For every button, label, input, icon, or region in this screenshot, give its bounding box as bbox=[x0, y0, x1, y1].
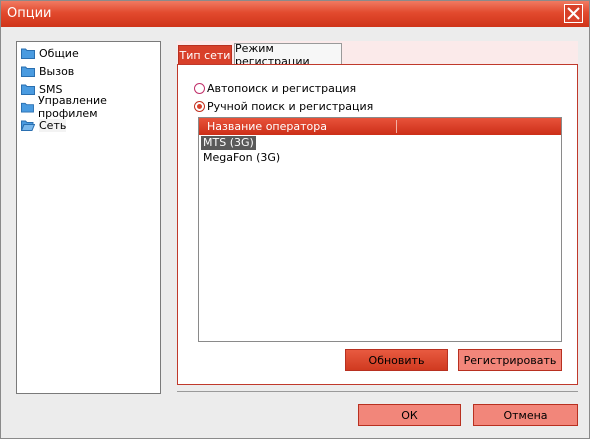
operator-name: MegaFon (3G) bbox=[203, 151, 281, 164]
radio-auto[interactable] bbox=[194, 83, 205, 94]
column-operator-name: Название оператора bbox=[207, 120, 327, 133]
tab-registration-mode[interactable]: Режим регистрации bbox=[234, 42, 342, 68]
radio-manual[interactable] bbox=[194, 101, 205, 112]
manual-search-option[interactable]: Ручной поиск и регистрация bbox=[194, 100, 373, 113]
folder-icon bbox=[21, 48, 35, 59]
tab-network-type[interactable]: Тип сети bbox=[178, 45, 232, 65]
tree-item-general[interactable]: Общие bbox=[21, 45, 79, 61]
operator-row[interactable]: MegaFon (3G) bbox=[201, 151, 282, 165]
operator-name: MTS (3G) bbox=[203, 136, 254, 149]
button-label: ОК bbox=[401, 408, 418, 422]
close-button[interactable] bbox=[564, 4, 583, 23]
window-title: Опции bbox=[7, 6, 52, 21]
radio-label: Ручной поиск и регистрация bbox=[207, 100, 374, 113]
close-icon bbox=[567, 7, 580, 20]
tree-item-profile-management[interactable]: Управление профилем bbox=[21, 94, 160, 120]
folder-icon bbox=[21, 66, 35, 77]
tree-item-call[interactable]: Вызов bbox=[21, 63, 74, 79]
refresh-button[interactable]: Обновить bbox=[345, 349, 448, 371]
operator-row[interactable]: MTS (3G) bbox=[201, 136, 256, 150]
title-bar: Опции bbox=[1, 1, 589, 27]
network-panel: Тип сети Режим регистрации Автопоиск и р… bbox=[177, 41, 578, 385]
tree-item-label: Сеть bbox=[39, 118, 67, 132]
cancel-button[interactable]: Отмена bbox=[473, 404, 578, 426]
settings-tree: Общие Вызов SMS Управление профилем Сеть bbox=[16, 41, 161, 394]
button-label: Обновить bbox=[368, 353, 425, 367]
divider bbox=[177, 391, 578, 392]
button-label: Регистрировать bbox=[463, 353, 557, 367]
column-separator[interactable] bbox=[396, 120, 397, 133]
tab-label: Тип сети bbox=[179, 48, 231, 62]
options-dialog: Опции Общие Вызов SMS Управление профиле… bbox=[0, 0, 590, 439]
registration-tab-body: Автопоиск и регистрация Ручной поиск и р… bbox=[177, 64, 578, 385]
radio-label: Автопоиск и регистрация bbox=[207, 82, 357, 95]
tree-item-network[interactable]: Сеть bbox=[21, 117, 67, 133]
folder-icon bbox=[21, 102, 34, 113]
folder-icon bbox=[21, 84, 35, 95]
open-folder-icon bbox=[21, 120, 35, 131]
tree-item-label: Вызов bbox=[39, 64, 75, 78]
operator-list[interactable]: Название оператора MTS (3G) MegaFon (3G) bbox=[198, 117, 562, 342]
register-button[interactable]: Регистрировать bbox=[458, 349, 562, 371]
operator-list-header[interactable]: Название оператора bbox=[199, 118, 561, 135]
button-label: Отмена bbox=[503, 408, 548, 422]
ok-button[interactable]: ОК bbox=[358, 404, 461, 426]
auto-search-option[interactable]: Автопоиск и регистрация bbox=[194, 82, 356, 95]
tree-item-label: Общие bbox=[39, 46, 79, 60]
